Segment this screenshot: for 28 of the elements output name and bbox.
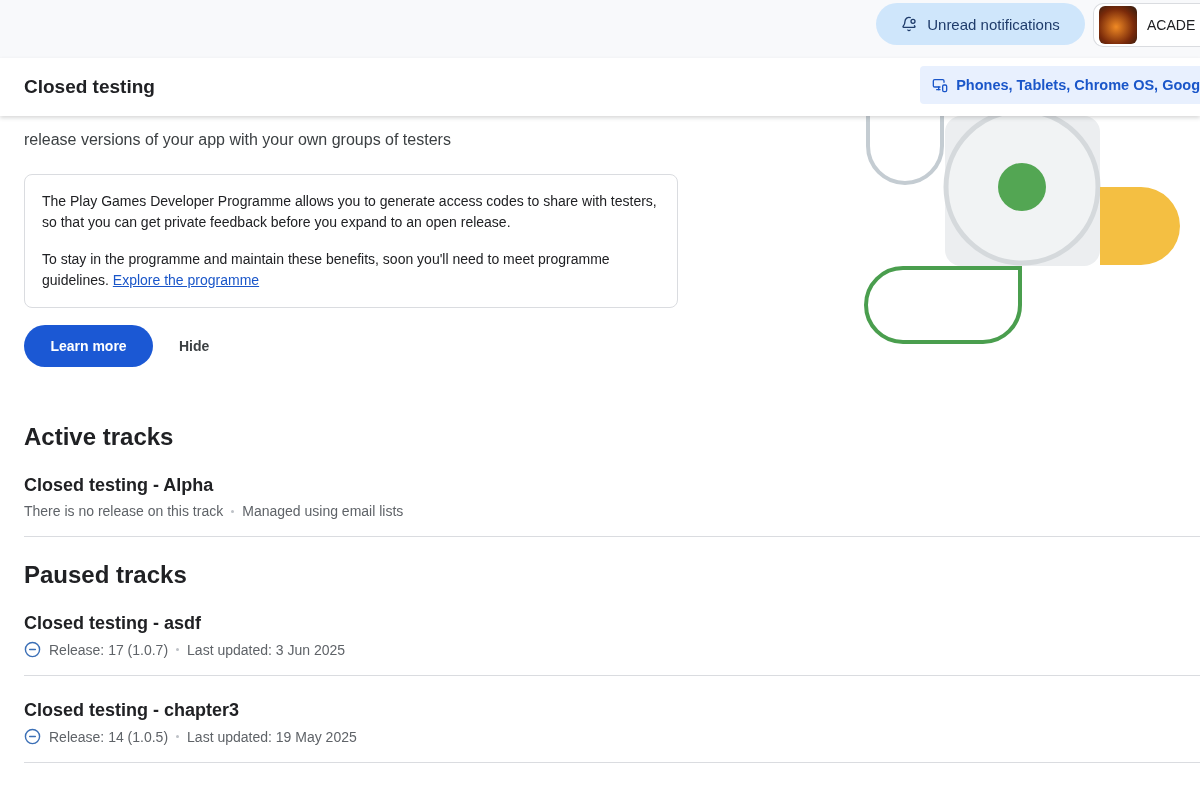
bell-icon — [901, 16, 918, 32]
app-icon — [1099, 6, 1137, 44]
section-title: Active tracks — [24, 423, 175, 451]
track-meta: Release: 17 (1.0.7) — [49, 641, 169, 658]
app-name: ACADE — [1147, 17, 1196, 33]
explore-link[interactable]: Explore the programme — [112, 272, 260, 288]
track-meta: There is no release on this track — [24, 503, 224, 519]
track-meta: Managed using email lists — [242, 503, 404, 519]
page-title: Closed testing — [24, 76, 155, 98]
track-meta: Release: 14 (1.0.5) — [49, 728, 169, 745]
learn-more-button[interactable]: Learn more — [24, 325, 153, 367]
hide-button[interactable]: Hide — [163, 325, 226, 367]
track-row[interactable]: Closed testing - asdf Release: 17 (1.0.7) Last updated: 3 Jun 2025 — [24, 613, 1200, 676]
track-name: Closed testing - asdf — [24, 613, 203, 634]
intro-text: release versions of your app with your own groups of testers — [24, 130, 452, 150]
info-text: The Play Games Developer Programme allows you to generate access codes to share with testers, so that you can get private feedback before you expand to an open release. — [42, 192, 658, 232]
app-selector[interactable]: ACADE — [1093, 3, 1200, 47]
platform-chip[interactable]: Phones, Tablets, Chrome OS, Goog — [920, 66, 1200, 104]
track-meta: Last updated: 3 Jun 2025 — [187, 641, 346, 658]
track-meta: Last updated: 19 May 2025 — [187, 728, 357, 745]
info-text: To stay in the programme and maintain these benefits, soon you'll need to meet programme guidelines. Explore the programme — [42, 250, 611, 290]
track-name: Closed testing - chapter3 — [24, 700, 241, 721]
track-name: Closed testing - Alpha — [24, 475, 215, 496]
track-row[interactable]: Closed testing - Alpha There is no release on this track Managed using email lists — [24, 475, 1200, 537]
notifications-button[interactable]: Unread notifications — [876, 3, 1085, 45]
section-title: Paused tracks — [24, 561, 188, 589]
track-row[interactable]: Closed testing - chapter3 Release: 14 (1.0.5) Last updated: 19 May 2025 — [24, 700, 1200, 763]
devices-icon — [932, 77, 949, 93]
